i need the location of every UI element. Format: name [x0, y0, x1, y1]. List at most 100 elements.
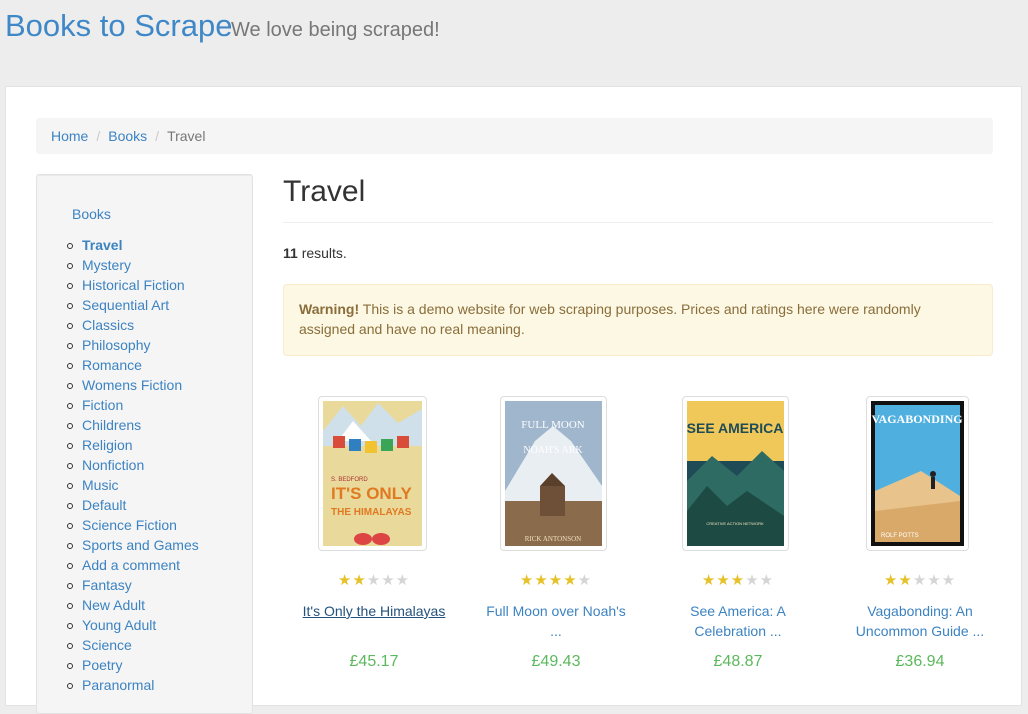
results-suffix: results. [297, 245, 347, 261]
star-filled-icon: ★ [716, 572, 731, 589]
breadcrumb-separator: / [96, 128, 101, 144]
star-empty-icon: ★ [927, 572, 942, 589]
star-empty-icon: ★ [381, 572, 396, 589]
warning-alert: Warning! This is a demo website for web … [283, 284, 993, 356]
star-filled-icon: ★ [730, 572, 746, 589]
sidebar-root-books-link[interactable]: Books [72, 206, 111, 222]
category-list: Travel Mystery Historical Fiction Sequentia… [67, 235, 199, 695]
product-title-link[interactable]: See America: A Celebration ... [647, 601, 829, 641]
sidebar-item-fiction: Fiction [67, 395, 199, 415]
sidebar-category-link[interactable]: Sports and Games [82, 537, 199, 553]
sidebar-item-sequential-art: Sequential Art [67, 295, 199, 315]
sidebar-category-link[interactable]: Travel [82, 237, 122, 253]
product-thumbnail-link[interactable]: SEE AMERICA CREATIVE ACTION NETWORK [682, 396, 789, 551]
warning-text: This is a demo website for web scraping … [299, 301, 921, 337]
sidebar-category-link[interactable]: Fantasy [82, 577, 132, 593]
product-thumbnail-link[interactable]: S. BEDFORD IT'S ONLY THE HIMALAYAS [318, 396, 427, 551]
cover-art: SEE AMERICA CREATIVE ACTION NETWORK [687, 401, 784, 546]
product-price: £36.94 [895, 653, 945, 670]
sidebar-category-link[interactable]: Philosophy [82, 337, 151, 353]
sidebar-category-link[interactable]: Sequential Art [82, 297, 169, 313]
sidebar-item-philosophy: Philosophy [67, 335, 199, 355]
warning-label: Warning! [299, 301, 360, 317]
breadcrumb-books-link[interactable]: Books [108, 128, 147, 144]
site-header: Books to Scrape We love being scraped! [0, 0, 1028, 86]
site-brand-link[interactable]: Books to Scrape [5, 8, 232, 44]
svg-text:ROLF POTTS: ROLF POTTS [881, 533, 919, 539]
star-rating: ★★★★★ [647, 571, 829, 589]
star-empty-icon: ★ [395, 572, 411, 589]
star-empty-icon: ★ [577, 572, 593, 589]
product-price: £45.17 [349, 653, 399, 670]
sidebar-item-womens-fiction: Womens Fiction [67, 375, 199, 395]
cover-art: FULL MOON NOAH'S ARK RICK ANTONSON [505, 401, 602, 546]
star-rating: ★★★★★ [829, 571, 1011, 589]
svg-text:SEE AMERICA: SEE AMERICA [687, 420, 783, 436]
sidebar-category-link[interactable]: Science Fiction [82, 517, 177, 533]
breadcrumb: Home / Books / Travel [36, 118, 993, 154]
sidebar-category-link[interactable]: Music [82, 477, 119, 493]
cover-art: VAGABONDING ROLF POTTS [871, 401, 964, 546]
svg-text:RICK ANTONSON: RICK ANTONSON [525, 535, 581, 543]
cover-art: S. BEDFORD IT'S ONLY THE HIMALAYAS [323, 401, 422, 546]
sidebar-category-link[interactable]: Science [82, 637, 132, 653]
sidebar-item-nonfiction: Nonfiction [67, 455, 199, 475]
product-thumbnail-link[interactable]: FULL MOON NOAH'S ARK RICK ANTONSON [500, 396, 607, 551]
star-empty-icon: ★ [366, 572, 382, 589]
star-filled-icon: ★ [519, 572, 535, 589]
star-empty-icon: ★ [745, 572, 760, 589]
sidebar-category-link[interactable]: New Adult [82, 597, 145, 613]
sidebar-item-new-adult: New Adult [67, 595, 199, 615]
sidebar-category-link[interactable]: Romance [82, 357, 142, 373]
sidebar-item-classics: Classics [67, 315, 199, 335]
sidebar-item-add-a-comment: Add a comment [67, 555, 199, 575]
sidebar-category-link[interactable]: Womens Fiction [82, 377, 182, 393]
breadcrumb-home-link[interactable]: Home [51, 128, 88, 144]
sidebar-item-travel: Travel [67, 235, 199, 255]
sidebar-item-historical-fiction: Historical Fiction [67, 275, 199, 295]
sidebar-category-link[interactable]: Mystery [82, 257, 131, 273]
sidebar-item-fantasy: Fantasy [67, 575, 199, 595]
star-filled-icon: ★ [898, 572, 913, 589]
sidebar-category-link[interactable]: Classics [82, 317, 134, 333]
book-cover-image: SEE AMERICA CREATIVE ACTION NETWORK [687, 401, 784, 546]
sidebar-item-young-adult: Young Adult [67, 615, 199, 635]
svg-text:S. BEDFORD: S. BEDFORD [331, 477, 368, 483]
sidebar-category-link[interactable]: Fiction [82, 397, 123, 413]
svg-text:THE HIMALAYAS: THE HIMALAYAS [331, 507, 412, 518]
product-title-link[interactable]: It's Only the Himalayas [283, 601, 465, 621]
product-title-link[interactable]: Full Moon over Noah's... [465, 601, 647, 641]
sidebar-category-link[interactable]: Historical Fiction [82, 277, 185, 293]
sidebar-category-link[interactable]: Young Adult [82, 617, 156, 633]
star-empty-icon: ★ [759, 572, 775, 589]
sidebar-category-link[interactable]: Childrens [82, 417, 141, 433]
breadcrumb-separator: / [155, 128, 160, 144]
sidebar-category-link[interactable]: Religion [82, 437, 133, 453]
sidebar-item-poetry: Poetry [67, 655, 199, 675]
sidebar-category-link[interactable]: Nonfiction [82, 457, 144, 473]
sidebar-item-religion: Religion [67, 435, 199, 455]
svg-text:FULL MOON: FULL MOON [521, 419, 585, 431]
svg-text:NOAH'S ARK: NOAH'S ARK [523, 445, 583, 456]
star-filled-icon: ★ [563, 572, 578, 589]
star-rating: ★★★★★ [283, 571, 465, 589]
sidebar-category-link[interactable]: Default [82, 497, 126, 513]
product-title-link[interactable]: Vagabonding: An Uncommon Guide ... [829, 601, 1011, 641]
sidebar-category-link[interactable]: Paranormal [82, 677, 154, 693]
sidebar-category-link[interactable]: Add a comment [82, 557, 180, 573]
star-filled-icon: ★ [701, 572, 717, 589]
sidebar-item-mystery: Mystery [67, 255, 199, 275]
sidebar-item-default: Default [67, 495, 199, 515]
star-empty-icon: ★ [912, 572, 928, 589]
sidebar-category-link[interactable]: Poetry [82, 657, 122, 673]
star-filled-icon: ★ [337, 572, 353, 589]
sidebar-item-science: Science [67, 635, 199, 655]
product-price: £49.43 [531, 653, 581, 670]
breadcrumb-current: Travel [167, 128, 206, 144]
star-rating: ★★★★★ [465, 571, 647, 589]
sidebar-item-science-fiction: Science Fiction [67, 515, 199, 535]
star-filled-icon: ★ [534, 572, 549, 589]
category-sidebar: Books Travel Mystery Historical Fiction Seq… [36, 174, 253, 714]
product-thumbnail-link[interactable]: VAGABONDING ROLF POTTS [866, 396, 969, 551]
site-tagline: We love being scraped! [231, 19, 440, 41]
